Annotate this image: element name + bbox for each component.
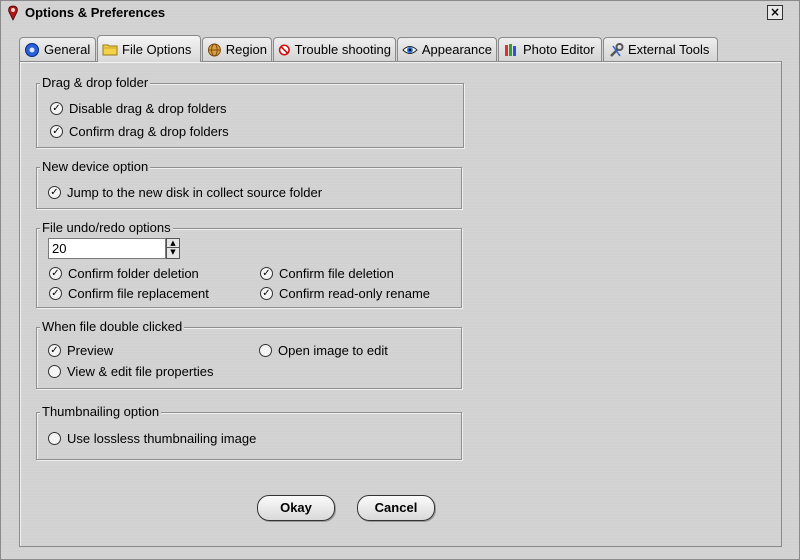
title-bar: Options & Preferences × xyxy=(1,1,799,25)
option-label: Confirm folder deletion xyxy=(68,266,199,281)
option-label: Disable drag & drop folders xyxy=(69,101,227,116)
wrench-icon xyxy=(610,42,624,57)
group-thumbnailing: Thumbnailing option Use lossless thumbna… xyxy=(36,404,462,460)
check-icon: ✓ xyxy=(260,267,273,280)
close-button[interactable]: × xyxy=(767,5,783,20)
option-label: Jump to the new disk in collect source f… xyxy=(67,185,323,200)
option-label: Confirm file replacement xyxy=(68,286,209,301)
folder-icon xyxy=(102,44,118,56)
app-logo-icon xyxy=(8,5,18,21)
tab-label: File Options xyxy=(122,41,192,57)
option-label: Preview xyxy=(67,343,114,358)
tab-label: Trouble shooting xyxy=(294,42,391,57)
group-new-device: New device option ✓ Jump to the new disk… xyxy=(36,159,462,209)
group-title: When file double clicked xyxy=(40,319,185,334)
tab-label: Region xyxy=(225,42,267,57)
chevron-down-icon[interactable]: ▼ xyxy=(167,248,179,257)
okay-button[interactable]: Okay xyxy=(257,495,335,521)
disable-drag-drop-checkbox[interactable]: ✓ Disable drag & drop folders xyxy=(50,101,227,116)
tab-trouble-shooting[interactable]: Trouble shooting xyxy=(273,37,396,61)
check-icon: ✓ xyxy=(49,267,62,280)
gear-icon xyxy=(25,42,39,57)
tab-general[interactable]: General xyxy=(19,37,96,61)
paint-icon xyxy=(505,43,516,56)
tab-file-options[interactable]: File Options xyxy=(97,35,201,62)
option-label: View & edit file properties xyxy=(67,364,214,379)
file-options-panel: Drag & drop folder ✓ Disable drag & drop… xyxy=(19,61,782,547)
eye-icon xyxy=(402,45,418,54)
tab-region[interactable]: Region xyxy=(202,37,272,61)
globe-icon xyxy=(207,43,221,56)
tab-external-tools[interactable]: External Tools xyxy=(603,37,718,61)
undo-levels-input[interactable] xyxy=(48,238,166,259)
radio-empty-icon xyxy=(48,365,61,378)
group-double-click: When file double clicked ✓ Preview Open … xyxy=(36,319,462,389)
cancel-button[interactable]: Cancel xyxy=(357,495,435,521)
options-window: Options & Preferences × General File Opt… xyxy=(0,0,800,560)
check-icon: ✓ xyxy=(260,287,273,300)
group-title: File undo/redo options xyxy=(40,220,173,235)
check-icon: ✓ xyxy=(50,102,63,115)
option-label: Confirm drag & drop folders xyxy=(69,124,229,139)
confirm-folder-deletion-checkbox[interactable]: ✓ Confirm folder deletion xyxy=(49,266,199,281)
check-icon: ✓ xyxy=(48,344,61,357)
option-label: Open image to edit xyxy=(278,343,388,358)
group-title: Drag & drop folder xyxy=(40,75,151,90)
preview-radio[interactable]: ✓ Preview xyxy=(48,343,113,358)
group-title: Thumbnailing option xyxy=(40,404,162,419)
tab-photo-editor[interactable]: Photo Editor xyxy=(498,37,602,61)
tab-label: Appearance xyxy=(421,42,492,57)
check-icon: ✓ xyxy=(50,125,63,138)
check-icon: ✓ xyxy=(48,186,61,199)
tab-label: Photo Editor xyxy=(523,42,595,57)
group-undo-redo: File undo/redo options ▲ ▼ ✓ Confirm fol… xyxy=(36,220,462,308)
option-label: Confirm file deletion xyxy=(279,266,394,281)
group-title: New device option xyxy=(40,159,151,174)
window-title: Options & Preferences xyxy=(25,5,166,20)
undo-levels-stepper[interactable]: ▲ ▼ xyxy=(166,238,180,259)
confirm-file-deletion-checkbox[interactable]: ✓ Confirm file deletion xyxy=(260,266,394,281)
confirm-readonly-rename-checkbox[interactable]: ✓ Confirm read-only rename xyxy=(260,286,430,301)
option-label: Use lossless thumbnailing image xyxy=(67,431,257,446)
group-drag-drop: Drag & drop folder ✓ Disable drag & drop… xyxy=(36,75,464,148)
tab-appearance[interactable]: Appearance xyxy=(397,37,497,61)
radio-empty-icon xyxy=(259,344,272,357)
confirm-file-replacement-checkbox[interactable]: ✓ Confirm file replacement xyxy=(49,286,209,301)
option-label: Confirm read-only rename xyxy=(279,286,431,301)
chevron-up-icon[interactable]: ▲ xyxy=(167,239,179,248)
no-entry-icon xyxy=(278,43,290,56)
tab-label: General xyxy=(44,42,91,57)
tab-label: External Tools xyxy=(628,42,710,57)
jump-to-new-disk-checkbox[interactable]: ✓ Jump to the new disk in collect source… xyxy=(48,185,322,200)
open-image-to-edit-radio[interactable]: Open image to edit xyxy=(259,343,388,358)
radio-empty-icon xyxy=(48,432,61,445)
lossless-thumbnail-checkbox[interactable]: Use lossless thumbnailing image xyxy=(48,431,256,446)
confirm-drag-drop-checkbox[interactable]: ✓ Confirm drag & drop folders xyxy=(50,124,229,139)
check-icon: ✓ xyxy=(49,287,62,300)
view-edit-properties-radio[interactable]: View & edit file properties xyxy=(48,364,213,379)
